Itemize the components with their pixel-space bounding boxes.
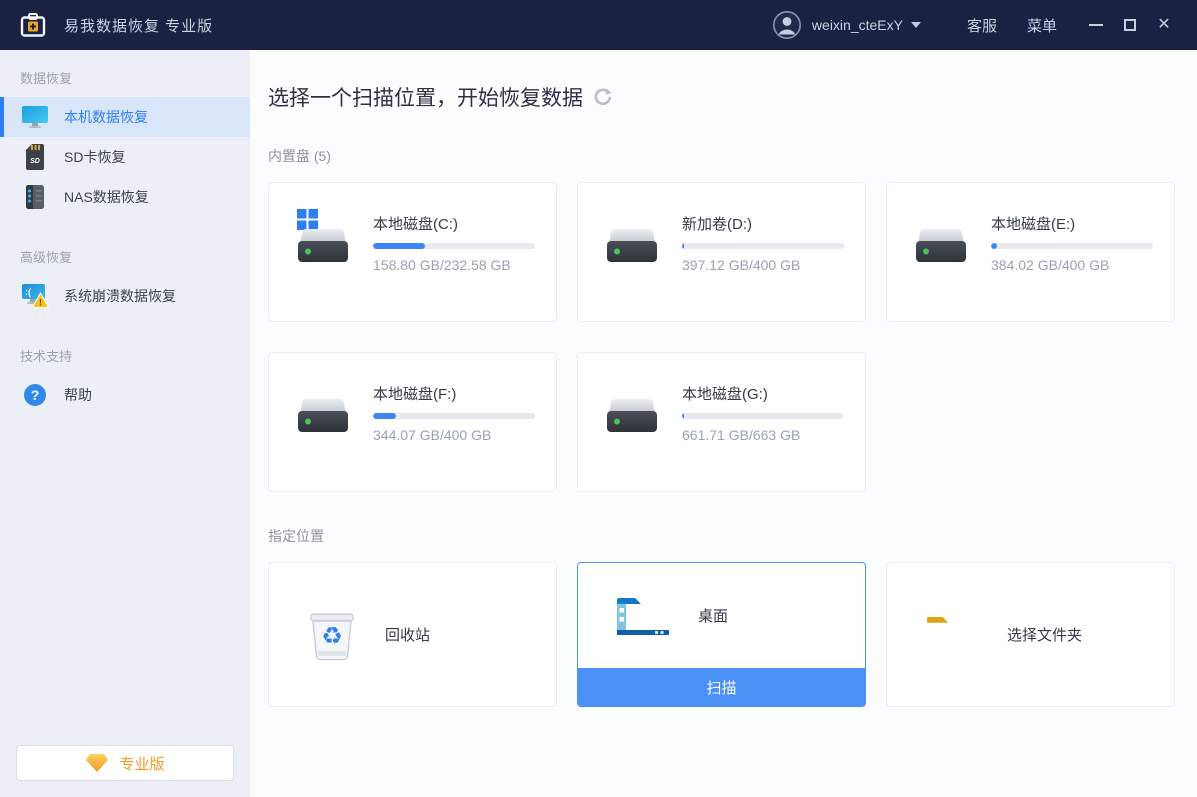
drives-row-2: 本地磁盘(F:) 344.07 GB/400 GB	[268, 352, 1197, 492]
drive-name: 新加卷(D:)	[682, 213, 844, 234]
username: weixin_cteExY	[812, 17, 903, 33]
drive-card[interactable]: 本地磁盘(G:) 661.71 GB/663 GB	[577, 352, 866, 492]
drive-usage-fill	[991, 243, 997, 249]
folder-icon	[923, 612, 981, 658]
drive-name: 本地磁盘(C:)	[373, 213, 535, 234]
drive-usage-bar	[991, 243, 1153, 249]
internal-disks-label: 内置盘 (5)	[268, 146, 1197, 166]
hard-drive-icon	[295, 379, 353, 437]
support-button[interactable]: 客服	[967, 15, 997, 36]
drives-row-1: 本地磁盘(C:) 158.80 GB/232.58 GB	[268, 182, 1197, 322]
sd-card-icon: SD	[20, 142, 50, 172]
scan-button[interactable]: 扫描	[578, 668, 865, 706]
location-label: 回收站	[385, 624, 430, 645]
desktop-folder-icon	[614, 593, 672, 639]
sidebar-item-label: 系统崩溃数据恢复	[64, 286, 176, 306]
drive-capacity: 397.12 GB/400 GB	[682, 257, 844, 273]
drive-usage-fill	[373, 413, 396, 419]
sidebar-item-help[interactable]: ? 帮助	[0, 375, 250, 415]
svg-text:?: ?	[31, 387, 40, 403]
sidebar-section-advanced-recovery: 高级恢复	[0, 217, 250, 276]
help-icon: ?	[20, 380, 50, 410]
hard-drive-icon	[604, 209, 662, 267]
sidebar-item-local-recovery[interactable]: 本机数据恢复	[0, 97, 250, 137]
svg-text:♻: ♻	[321, 622, 343, 650]
sidebar-item-label: SD卡恢复	[64, 147, 125, 167]
avatar	[772, 10, 802, 40]
drive-capacity: 384.02 GB/400 GB	[991, 257, 1153, 273]
location-label: 桌面	[698, 605, 728, 626]
recycle-bin-icon: ♻	[305, 606, 359, 664]
drive-capacity: 344.07 GB/400 GB	[373, 427, 535, 443]
minimize-icon	[1089, 24, 1103, 26]
app-logo-icon	[18, 11, 48, 39]
drive-usage-bar	[373, 243, 535, 249]
sidebar-section-data-recovery: 数据恢复	[0, 50, 250, 97]
svg-text::(: :(	[25, 287, 31, 297]
refresh-icon[interactable]	[593, 87, 613, 107]
title-bar: 易我数据恢复 专业版 weixin_cteExY 客服 菜单 ✕	[0, 0, 1197, 50]
sidebar-item-label: 本机数据恢复	[64, 107, 148, 127]
drive-name: 本地磁盘(G:)	[682, 383, 844, 404]
drive-usage-fill	[682, 413, 684, 419]
location-card[interactable]: ♻ 回收站	[268, 562, 557, 707]
sidebar-item-label: NAS数据恢复	[64, 187, 149, 207]
sidebar: 数据恢复 本机数据恢复 SD SD卡恢复	[0, 50, 250, 797]
drive-name: 本地磁盘(F:)	[373, 383, 535, 404]
hard-drive-icon	[604, 379, 662, 437]
menu-button[interactable]: 菜单	[1027, 15, 1057, 36]
hard-drive-icon	[295, 209, 353, 267]
locations-label: 指定位置	[268, 526, 1197, 546]
drive-card[interactable]: 新加卷(D:) 397.12 GB/400 GB	[577, 182, 866, 322]
app-title: 易我数据恢复 专业版	[64, 15, 213, 36]
drive-usage-bar	[682, 243, 844, 249]
location-card[interactable]: ♻ 选择文件夹	[886, 562, 1175, 707]
minimize-button[interactable]	[1079, 8, 1113, 42]
drive-usage-fill	[373, 243, 425, 249]
drive-capacity: 661.71 GB/663 GB	[682, 427, 844, 443]
sidebar-item-nas-recovery[interactable]: NAS数据恢复	[0, 177, 250, 217]
drive-capacity: 158.80 GB/232.58 GB	[373, 257, 535, 273]
sidebar-item-crashed-system-recovery[interactable]: :( ! 系统崩溃数据恢复	[0, 276, 250, 316]
nas-icon	[20, 182, 50, 212]
page-title: 选择一个扫描位置，开始恢复数据	[268, 82, 583, 112]
main-content: 选择一个扫描位置，开始恢复数据 内置盘 (5)	[250, 50, 1197, 797]
license-label: 专业版	[119, 753, 164, 774]
drive-name: 本地磁盘(E:)	[991, 213, 1153, 234]
maximize-icon	[1124, 19, 1136, 31]
location-card[interactable]: ♻ 桌面 扫描	[577, 562, 866, 707]
maximize-button[interactable]	[1113, 8, 1147, 42]
chevron-down-icon	[911, 22, 921, 28]
location-label: 选择文件夹	[1007, 624, 1082, 645]
drive-card[interactable]: 本地磁盘(E:) 384.02 GB/400 GB	[886, 182, 1175, 322]
close-icon: ✕	[1157, 17, 1170, 33]
close-button[interactable]: ✕	[1147, 8, 1181, 42]
drive-usage-bar	[373, 413, 535, 419]
sidebar-section-tech-support: 技术支持	[0, 316, 250, 375]
drive-usage-bar	[682, 413, 844, 419]
drive-card[interactable]: 本地磁盘(C:) 158.80 GB/232.58 GB	[268, 182, 557, 322]
crashed-system-icon: :( !	[20, 281, 50, 311]
drive-card[interactable]: 本地磁盘(F:) 344.07 GB/400 GB	[268, 352, 557, 492]
sidebar-item-label: 帮助	[64, 385, 92, 405]
svg-text:SD: SD	[30, 158, 40, 165]
svg-text:!: !	[39, 298, 42, 308]
drive-usage-fill	[682, 243, 684, 249]
sidebar-item-sd-card-recovery[interactable]: SD SD卡恢复	[0, 137, 250, 177]
user-account-dropdown[interactable]: weixin_cteExY	[772, 10, 921, 40]
locations-row: ♻ 回收站	[268, 562, 1197, 707]
license-pro-button[interactable]: 专业版	[16, 745, 234, 781]
hard-drive-icon	[913, 209, 971, 267]
monitor-icon	[20, 102, 50, 132]
gem-icon	[85, 753, 109, 773]
